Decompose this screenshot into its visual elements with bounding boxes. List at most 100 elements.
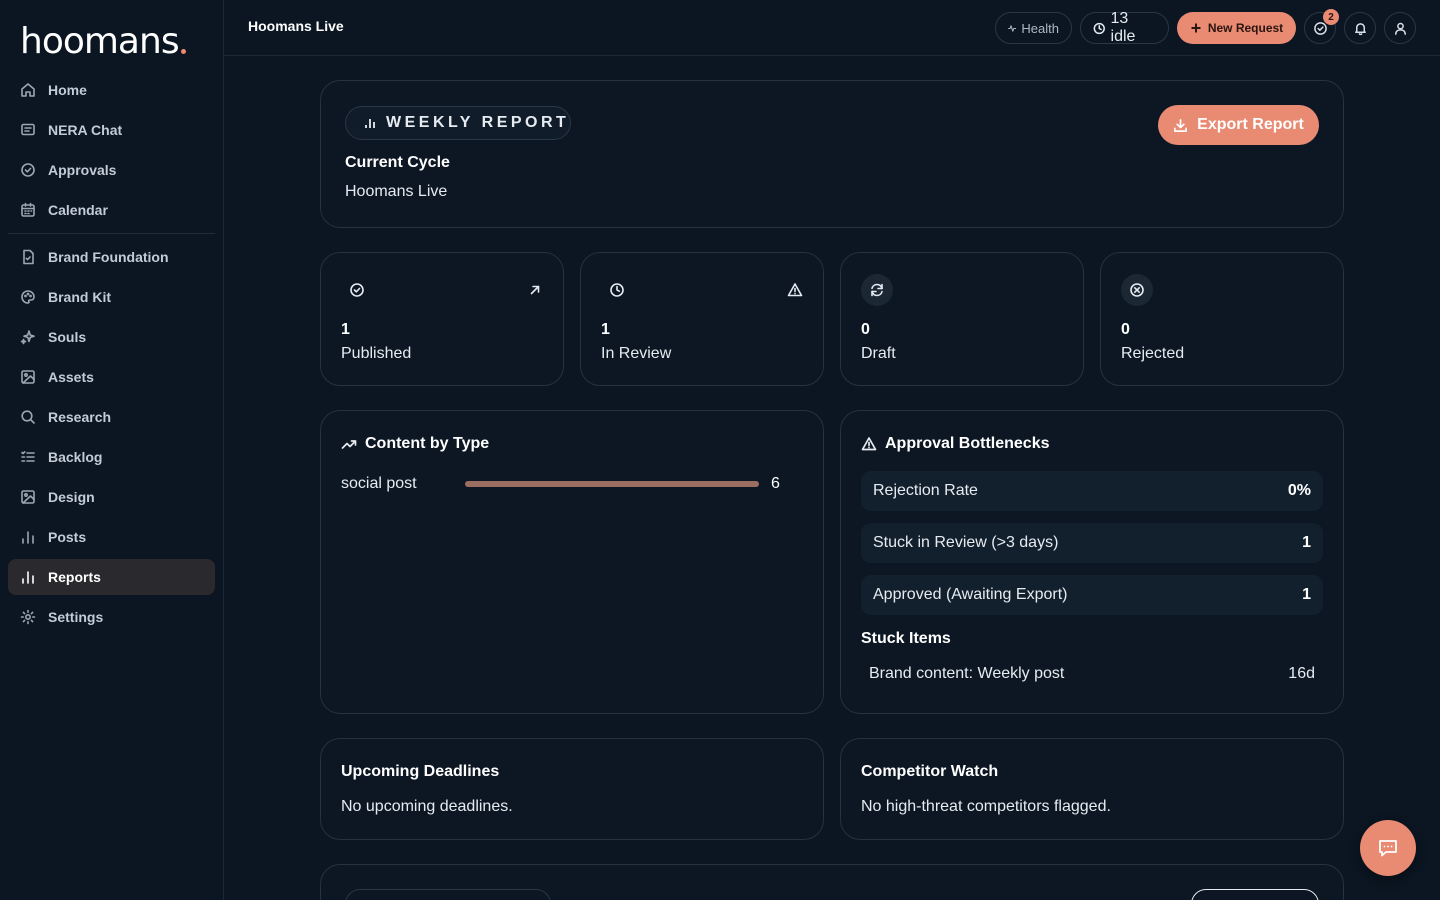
palette-icon	[21, 290, 35, 304]
stat-icon-wrap	[601, 274, 633, 306]
approvals-button[interactable]: 2	[1304, 9, 1339, 44]
stat-value: 0	[1121, 321, 1130, 338]
new-request-button[interactable]: New Request	[1177, 12, 1296, 44]
weekly-report-label: WEEKLY REPORT	[386, 114, 570, 131]
current-cycle-label: Current Cycle	[345, 154, 450, 171]
upcoming-deadlines-title: Upcoming Deadlines	[341, 763, 500, 780]
calendar-icon	[21, 202, 35, 217]
sidebar-item-brand-kit[interactable]: Brand Kit	[8, 279, 215, 315]
competitor-watch-title: Competitor Watch	[861, 763, 999, 780]
refresh-icon	[871, 283, 883, 297]
content-type-bar-track	[465, 481, 759, 487]
sidebar-item-label: Backlog	[48, 449, 103, 465]
sidebar-divider	[8, 233, 215, 234]
home-icon	[21, 83, 35, 97]
sidebar-item-brand-foundation[interactable]: Brand Foundation	[8, 239, 215, 275]
sidebar-item-label: Research	[48, 409, 112, 425]
new-request-label: New Request	[1207, 21, 1284, 35]
chat-fab-button[interactable]	[1360, 820, 1416, 876]
content-type-label: social post	[341, 475, 417, 492]
bottleneck-value: 1	[1302, 534, 1311, 551]
next-section-button[interactable]	[1191, 889, 1319, 900]
bottleneck-value: 0%	[1287, 482, 1311, 499]
stat-corner-wrap	[527, 282, 543, 298]
stat-card-in-review: 1 In Review	[580, 252, 824, 386]
stat-label: Published	[341, 345, 412, 362]
stat-label: Draft	[861, 345, 896, 362]
sidebar-item-posts[interactable]: Posts	[8, 519, 215, 555]
gear-icon	[20, 609, 36, 625]
check-circle-icon	[350, 283, 364, 297]
sidebar-item-label: Calendar	[48, 202, 108, 218]
sidebar-item-nera-chat[interactable]: NERA Chat	[8, 112, 215, 148]
approval-bottlenecks-card: Approval Bottlenecks Rejection Rate 0% S…	[840, 410, 1344, 714]
sidebar-item-label: Settings	[48, 609, 104, 625]
x-circle-icon	[1130, 283, 1144, 297]
activity-icon	[1008, 24, 1017, 32]
sidebar-item-label: Souls	[48, 329, 87, 345]
profile-button[interactable]	[1384, 12, 1416, 44]
sidebar-item-label: Assets	[48, 369, 94, 385]
export-report-button[interactable]: Export Report	[1158, 105, 1319, 145]
bottleneck-row-stuck-in-review: Stuck in Review (>3 days) 1	[861, 523, 1323, 563]
stuck-item-age: 16d	[1288, 665, 1315, 682]
stat-value: 1	[601, 321, 610, 338]
image-icon	[21, 490, 35, 504]
sidebar-item-calendar[interactable]: Calendar	[8, 192, 215, 228]
bottleneck-value: 1	[1302, 586, 1311, 603]
stat-card-published: 1 Published	[320, 252, 564, 386]
sidebar-item-reports[interactable]: Reports	[8, 559, 215, 595]
approvals-badge: 2	[1323, 9, 1339, 25]
upcoming-deadlines-body: No upcoming deadlines.	[341, 798, 513, 815]
stuck-items-title: Stuck Items	[861, 630, 951, 647]
health-label: Health	[1021, 20, 1059, 36]
bottleneck-label: Stuck in Review (>3 days)	[873, 534, 1059, 551]
next-section-badge	[345, 889, 551, 900]
stat-icon-wrap	[861, 274, 893, 306]
bottleneck-row-rejection-rate: Rejection Rate 0%	[861, 471, 1323, 511]
bar-chart-icon	[22, 571, 34, 584]
sidebar-item-backlog[interactable]: Backlog	[8, 439, 215, 475]
warning-icon	[861, 437, 877, 451]
notifications-button[interactable]	[1344, 12, 1376, 44]
sidebar-item-assets[interactable]: Assets	[8, 359, 215, 395]
stat-icon-wrap	[341, 274, 373, 306]
page-title: Hoomans Live	[248, 18, 344, 34]
user-icon	[1394, 22, 1406, 35]
sidebar-item-research[interactable]: Research	[8, 399, 215, 435]
card-title-text: Approval Bottlenecks	[885, 435, 1050, 452]
sidebar-item-label: Reports	[48, 569, 101, 585]
plus-icon	[1191, 23, 1201, 33]
report-header-card: WEEKLY REPORT Current Cycle Hoomans Live…	[320, 80, 1344, 228]
sidebar-item-souls[interactable]: Souls	[8, 319, 215, 355]
sidebar-item-settings[interactable]: Settings	[8, 599, 215, 635]
sidebar-item-design[interactable]: Design	[8, 479, 215, 515]
bar-chart-icon	[365, 119, 375, 128]
bell-icon	[1354, 22, 1366, 35]
stuck-item-row[interactable]: Brand content: Weekly post 16d	[869, 665, 1315, 683]
sidebar-item-home[interactable]: Home	[8, 72, 215, 108]
sidebar-item-approvals[interactable]: Approvals	[8, 152, 215, 188]
idle-status-button[interactable]: 13 idle	[1080, 10, 1169, 45]
stat-value: 0	[861, 321, 870, 338]
logo-text: hoomans	[20, 21, 180, 62]
competitor-watch-body: No high-threat competitors flagged.	[861, 798, 1111, 815]
sidebar: hoomans Home NERA Chat Approvals Calenda…	[0, 0, 224, 900]
chat-icon	[21, 123, 35, 136]
clock-icon	[610, 283, 624, 297]
logo-dot	[180, 49, 186, 54]
download-icon	[1174, 118, 1188, 132]
topbar: Hoomans Live Health 13 idle New Request …	[224, 0, 1440, 56]
health-button[interactable]: Health	[995, 12, 1072, 44]
stat-label: In Review	[601, 345, 672, 362]
idle-label: 13 idle	[1110, 10, 1136, 45]
image-icon	[21, 370, 35, 384]
logo[interactable]: hoomans	[20, 20, 186, 60]
stat-corner-wrap	[787, 282, 803, 298]
list-icon	[21, 451, 35, 462]
content-type-row: social post 6	[341, 474, 801, 494]
next-section-card	[320, 864, 1344, 900]
sidebar-item-label: NERA Chat	[48, 122, 123, 138]
stuck-item-label: Brand content: Weekly post	[869, 665, 1065, 682]
sparkle-icon	[20, 330, 35, 345]
